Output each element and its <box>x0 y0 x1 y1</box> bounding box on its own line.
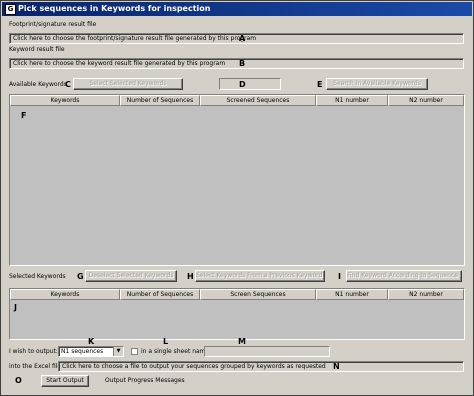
search-available-keywords-button[interactable]: Search in Available Keywords <box>326 78 428 90</box>
marker-b: B <box>239 59 246 68</box>
column-header[interactable]: Screened Sequences <box>200 95 316 106</box>
chevron-down-icon[interactable]: ▼ <box>113 347 123 356</box>
marker-a: A <box>239 34 246 43</box>
marker-d: D <box>239 80 246 89</box>
available-keywords-table[interactable]: Keywords Number of Sequences Screened Se… <box>9 94 465 266</box>
excel-file-label: into the Excel file: <box>9 363 64 370</box>
single-sheet-label: in a single sheet named <box>141 348 214 355</box>
deselect-selected-keywords-button[interactable]: Deselect Selected Keywords <box>85 270 177 282</box>
marker-l: L <box>163 337 169 346</box>
keyword-file-field[interactable]: Click here to choose the keyword result … <box>9 58 464 69</box>
column-header[interactable]: Screen Sequences <box>200 289 316 300</box>
column-header[interactable]: Keywords <box>10 95 120 106</box>
column-header[interactable]: N1 number <box>316 289 388 300</box>
start-output-button[interactable]: Start Output <box>41 375 89 387</box>
marker-n: N <box>333 362 340 371</box>
marker-j: J <box>14 303 17 312</box>
app-icon: G <box>5 4 16 15</box>
footprint-file-field[interactable]: Click here to choose the footprint/signa… <box>9 33 464 44</box>
selected-keywords-table[interactable]: Keywords Number of Sequences Screen Sequ… <box>9 288 465 340</box>
output-type-value: N1 sequences <box>61 348 104 355</box>
column-header[interactable]: N2 number <box>388 289 464 300</box>
available-keywords-label: Available Keywords <box>9 81 67 88</box>
column-header[interactable]: Keywords <box>10 289 120 300</box>
selected-table-header: Keywords Number of Sequences Screen Sequ… <box>10 289 464 300</box>
footprint-label: Footprint/signature result file <box>9 21 97 28</box>
selected-keywords-label: Selected Keywords <box>9 273 66 280</box>
keyword-label: Keyword result file <box>9 46 65 53</box>
marker-g: G <box>77 272 84 281</box>
output-progress-messages: Output Progress Messages <box>105 377 185 384</box>
find-keyword-by-sequence-id-button[interactable]: Find Keyword According to Sequence ID <box>346 270 462 282</box>
output-type-select[interactable]: N1 sequences ▼ <box>58 346 124 357</box>
output-type-label: I wish to output: <box>9 348 58 355</box>
keyword-search-input[interactable] <box>219 78 281 90</box>
window-title: Pick sequences in Keywords for inspectio… <box>18 4 211 13</box>
marker-m: M <box>238 337 246 346</box>
title-bar: G Pick sequences in Keywords for inspect… <box>2 2 472 16</box>
marker-h: H <box>187 272 194 281</box>
select-selected-keywords-button[interactable]: Select Selected Keywords <box>73 78 183 90</box>
available-table-header: Keywords Number of Sequences Screened Se… <box>10 95 464 106</box>
marker-k: K <box>88 337 95 346</box>
marker-c: C <box>65 80 71 89</box>
marker-o: O <box>15 376 22 385</box>
sheet-name-input[interactable] <box>204 346 330 357</box>
column-header[interactable]: N1 number <box>316 95 388 106</box>
single-sheet-checkbox[interactable] <box>131 348 138 355</box>
column-header[interactable]: Number of Sequences <box>120 289 200 300</box>
marker-i: I <box>338 272 341 281</box>
select-from-previous-keyword-file-button[interactable]: Select Keywords From a Previous Keyword … <box>195 270 325 282</box>
column-header[interactable]: Number of Sequences <box>120 95 200 106</box>
marker-f: F <box>21 111 27 120</box>
column-header[interactable]: N2 number <box>388 95 464 106</box>
main-window: G Pick sequences in Keywords for inspect… <box>0 0 474 396</box>
marker-e: E <box>317 80 323 89</box>
excel-file-field[interactable]: Click here to choose a file to output yo… <box>58 361 464 372</box>
